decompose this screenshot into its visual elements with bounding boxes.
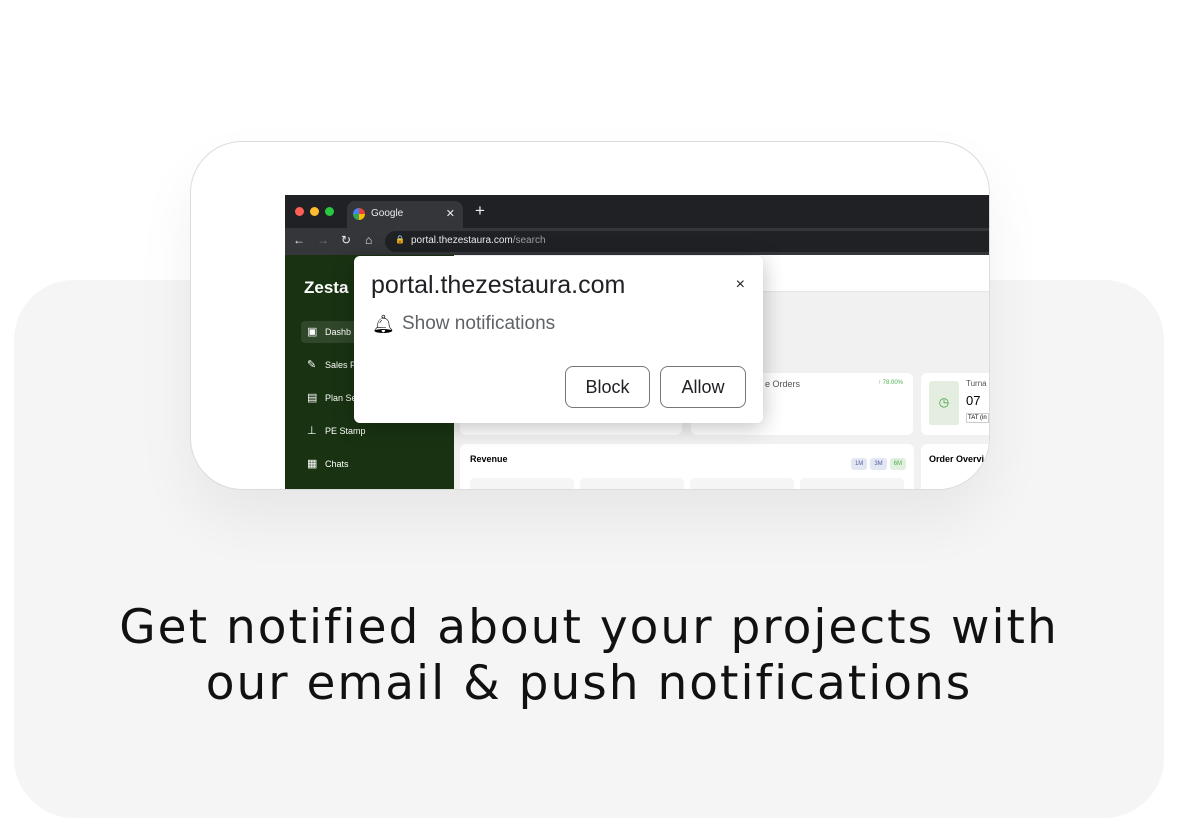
revenue-card: Revenue 1M3M6M 02 $2,200 $0 $0 [460,444,914,489]
sidebar-label: Chats [325,459,349,469]
dashboard-icon: ▣ [307,326,318,338]
dialog-message: Show notifications [402,313,556,334]
sidebar-label: Plan Se [325,393,357,403]
caption-line-1: Get notified about your projects with [119,600,1059,655]
revenue-value: 02 [470,478,574,489]
revenue-value: $0 [690,478,794,489]
address-bar-row: ← → ↻ ⌂ 🔒 portal.thezestaura.com/search [285,228,989,255]
orders-change: ↑ 78.00% [877,380,903,386]
turnaround-label: Turna [966,379,987,388]
bell-icon: 🔔︎ [372,314,395,334]
range-6m[interactable]: 6M [889,458,906,470]
close-icon[interactable]: × [736,276,745,294]
pdf-file-icon: ▤ [307,392,318,404]
screenshot-card: Google ✕ + ← → ↻ ⌂ 🔒 portal.thezestaura.co… [190,141,990,490]
order-overview-title: Order Overvi [929,454,985,464]
reload-icon[interactable]: ↻ [341,233,351,247]
sidebar-item-pe-stamp[interactable]: ⊥ PE Stamp [301,420,441,442]
sidebar-label: Dashb [325,327,352,337]
close-tab-icon[interactable]: ✕ [446,207,455,220]
forward-icon[interactable]: → [317,233,329,247]
url-path: /search [512,235,546,246]
caption: Get notified about your projects with ou… [0,600,1178,712]
url-input[interactable]: 🔒 portal.thezestaura.com/search [385,231,989,252]
revenue-value: $2,200 [580,478,684,489]
range-1m[interactable]: 1M [850,458,868,470]
chat-icon: ▦ [307,458,318,470]
turnaround-card: ◷ Turna 07 TAT (in [921,373,989,435]
stamp-icon: ⊥ [307,425,317,437]
caption-line-2: our email & push notifications [205,656,973,711]
new-tab-icon[interactable]: + [475,201,485,221]
home-icon[interactable]: ⌂ [365,233,372,247]
browser-window: Google ✕ + ← → ↻ ⌂ 🔒 portal.thezestaura.co… [285,195,989,489]
revenue-title: Revenue [470,454,508,464]
tab-title: Google [371,208,404,219]
minimize-window-icon[interactable] [310,207,319,216]
revenue-value: $0 [800,478,904,489]
turnaround-value: 07 [966,393,981,408]
sidebar-label: PE Stamp [325,426,366,436]
range-3m[interactable]: 3M [870,458,887,470]
block-button[interactable]: Block [565,366,650,408]
clock-icon: ◷ [929,381,959,425]
close-window-icon[interactable] [295,207,304,216]
order-overview-card: Order Overvi [921,444,989,489]
document-edit-icon: ✎ [307,359,317,371]
logo: Zesta [304,278,349,297]
back-icon[interactable]: ← [293,233,305,247]
tat-label: TAT (in [966,413,989,423]
lock-icon: 🔒 [395,235,405,244]
sidebar-item-chats[interactable]: ▦ Chats [301,453,441,475]
allow-button[interactable]: Allow [660,366,746,408]
maximize-window-icon[interactable] [325,207,334,216]
tab-bar: Google ✕ + [285,195,989,228]
orders-change-value: 78.00% [882,380,903,386]
orders-label: e Orders [765,379,801,389]
dialog-title: portal.thezestaura.com [371,271,626,299]
browser-tab[interactable]: Google ✕ [347,201,463,228]
sidebar-label: Sales P [325,360,357,370]
url-host: portal.thezestaura.com [411,235,513,246]
notification-permission-dialog: portal.thezestaura.com × 🔔︎ Show notific… [354,256,763,423]
google-icon [353,208,365,220]
